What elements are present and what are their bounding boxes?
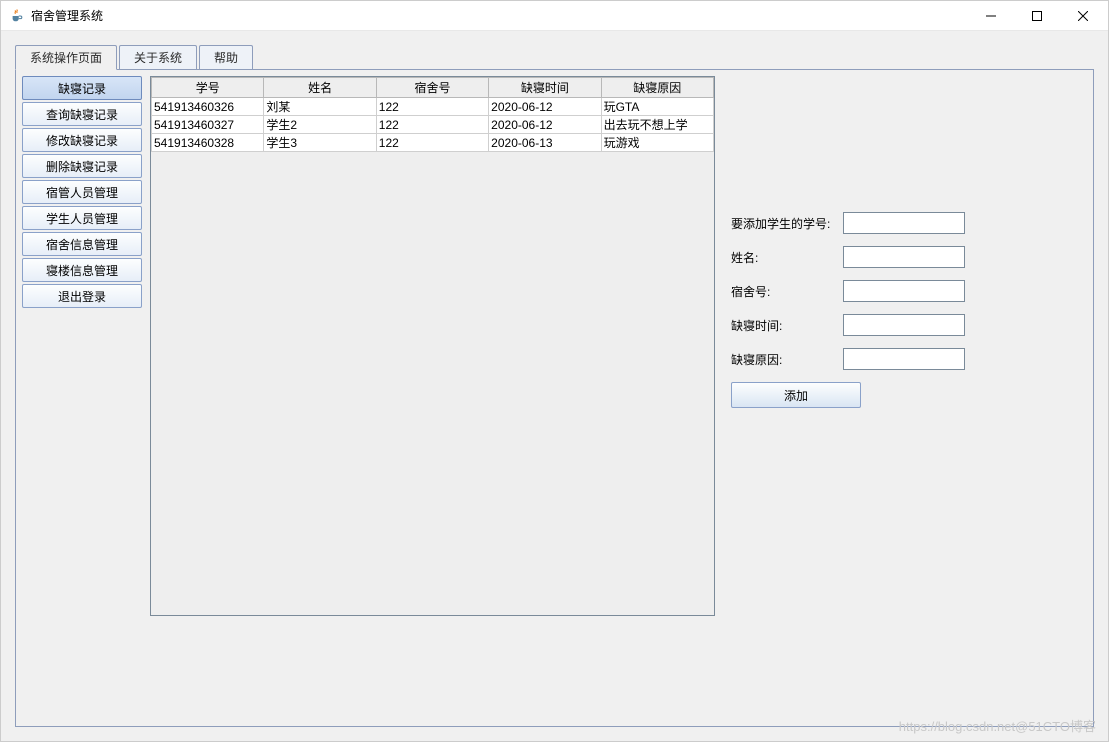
content-area: 学号 姓名 宿舍号 缺寝时间 缺寝原因 541913460326 刘某 bbox=[150, 76, 1087, 720]
tabs-strip: 系统操作页面 关于系统 帮助 bbox=[15, 45, 1094, 69]
java-cup-icon bbox=[9, 8, 25, 24]
table-row[interactable]: 541913460328 学生3 122 2020-06-13 玩游戏 bbox=[152, 134, 714, 152]
input-student-id[interactable] bbox=[843, 212, 965, 234]
table-empty-space bbox=[151, 152, 714, 615]
form-row-absence-reason: 缺寝原因: bbox=[731, 348, 1087, 370]
sidebar-item-dorm-info[interactable]: 宿舍信息管理 bbox=[22, 232, 142, 256]
add-form-panel: 要添加学生的学号: 姓名: 宿舍号: 缺寝时间: bbox=[727, 76, 1087, 720]
table-row[interactable]: 541913460327 学生2 122 2020-06-12 出去玩不想上学 bbox=[152, 116, 714, 134]
sidebar-item-absence-record[interactable]: 缺寝记录 bbox=[22, 76, 142, 100]
sidebar-item-modify-absence[interactable]: 修改缺寝记录 bbox=[22, 128, 142, 152]
form-row-student-id: 要添加学生的学号: bbox=[731, 212, 1087, 234]
sidebar-item-delete-absence[interactable]: 删除缺寝记录 bbox=[22, 154, 142, 178]
sidebar-item-query-absence[interactable]: 查询缺寝记录 bbox=[22, 102, 142, 126]
form-row-dorm-no: 宿舍号: bbox=[731, 280, 1087, 302]
col-absence-reason[interactable]: 缺寝原因 bbox=[601, 78, 713, 98]
cell[interactable]: 刘某 bbox=[264, 98, 376, 116]
cell[interactable]: 2020-06-12 bbox=[489, 116, 601, 134]
cell[interactable]: 122 bbox=[376, 98, 488, 116]
cell[interactable]: 玩游戏 bbox=[601, 134, 713, 152]
cell[interactable]: 学生3 bbox=[264, 134, 376, 152]
sidebar-item-logout[interactable]: 退出登录 bbox=[22, 284, 142, 308]
cell[interactable]: 2020-06-12 bbox=[489, 98, 601, 116]
label-student-id: 要添加学生的学号: bbox=[731, 215, 843, 232]
cell[interactable]: 玩GTA bbox=[601, 98, 713, 116]
cell[interactable]: 541913460328 bbox=[152, 134, 264, 152]
table-wrapper: 学号 姓名 宿舍号 缺寝时间 缺寝原因 541913460326 刘某 bbox=[150, 76, 715, 616]
minimize-button[interactable] bbox=[968, 1, 1014, 31]
sidebar-item-student-staff[interactable]: 学生人员管理 bbox=[22, 206, 142, 230]
tab-panel: 缺寝记录 查询缺寝记录 修改缺寝记录 删除缺寝记录 宿管人员管理 学生人员管理 … bbox=[15, 69, 1094, 727]
sidebar: 缺寝记录 查询缺寝记录 修改缺寝记录 删除缺寝记录 宿管人员管理 学生人员管理 … bbox=[22, 76, 142, 720]
sidebar-item-dorm-staff[interactable]: 宿管人员管理 bbox=[22, 180, 142, 204]
label-dorm-no: 宿舍号: bbox=[731, 283, 843, 300]
titlebar: 宿舍管理系统 bbox=[1, 1, 1108, 31]
window-controls bbox=[968, 1, 1106, 31]
add-button[interactable]: 添加 bbox=[731, 382, 861, 408]
form-row-name: 姓名: bbox=[731, 246, 1087, 268]
label-absence-reason: 缺寝原因: bbox=[731, 351, 843, 368]
col-student-id[interactable]: 学号 bbox=[152, 78, 264, 98]
col-dorm-no[interactable]: 宿舍号 bbox=[376, 78, 488, 98]
cell[interactable]: 学生2 bbox=[264, 116, 376, 134]
tab-about-system[interactable]: 关于系统 bbox=[119, 45, 197, 69]
cell[interactable]: 122 bbox=[376, 116, 488, 134]
cell[interactable]: 2020-06-13 bbox=[489, 134, 601, 152]
tab-system-operation[interactable]: 系统操作页面 bbox=[15, 45, 117, 70]
cell[interactable]: 出去玩不想上学 bbox=[601, 116, 713, 134]
input-absence-time[interactable] bbox=[843, 314, 965, 336]
col-absence-time[interactable]: 缺寝时间 bbox=[489, 78, 601, 98]
client-area: 系统操作页面 关于系统 帮助 缺寝记录 查询缺寝记录 修改缺寝记录 删除缺寝记录… bbox=[1, 31, 1108, 741]
input-absence-reason[interactable] bbox=[843, 348, 965, 370]
cell[interactable]: 541913460326 bbox=[152, 98, 264, 116]
table-row[interactable]: 541913460326 刘某 122 2020-06-12 玩GTA bbox=[152, 98, 714, 116]
label-absence-time: 缺寝时间: bbox=[731, 317, 843, 334]
input-name[interactable] bbox=[843, 246, 965, 268]
tab-help[interactable]: 帮助 bbox=[199, 45, 253, 69]
col-name[interactable]: 姓名 bbox=[264, 78, 376, 98]
app-window: 宿舍管理系统 系统操作页面 关于系统 帮助 缺寝记录 查询缺寝记录 修改缺寝记录 bbox=[0, 0, 1109, 742]
label-name: 姓名: bbox=[731, 249, 843, 266]
form-row-absence-time: 缺寝时间: bbox=[731, 314, 1087, 336]
input-dorm-no[interactable] bbox=[843, 280, 965, 302]
cell[interactable]: 541913460327 bbox=[152, 116, 264, 134]
close-button[interactable] bbox=[1060, 1, 1106, 31]
window-title: 宿舍管理系统 bbox=[31, 7, 968, 24]
table-header-row: 学号 姓名 宿舍号 缺寝时间 缺寝原因 bbox=[152, 78, 714, 98]
maximize-button[interactable] bbox=[1014, 1, 1060, 31]
absence-table[interactable]: 学号 姓名 宿舍号 缺寝时间 缺寝原因 541913460326 刘某 bbox=[151, 77, 714, 152]
sidebar-item-building-info[interactable]: 寝楼信息管理 bbox=[22, 258, 142, 282]
cell[interactable]: 122 bbox=[376, 134, 488, 152]
